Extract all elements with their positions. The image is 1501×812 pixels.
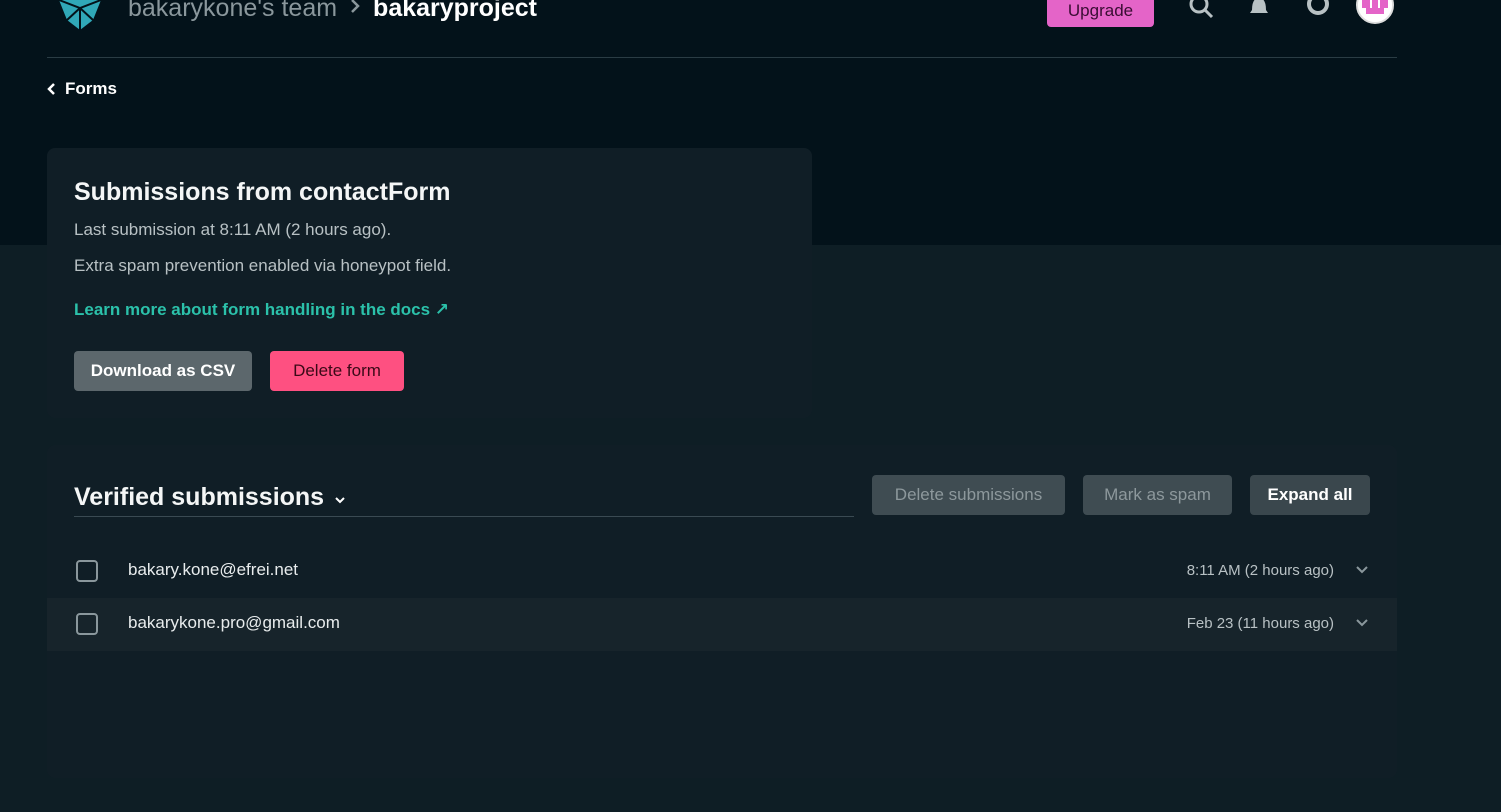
submission-email: bakary.kone@efrei.net — [128, 560, 299, 579]
expand-all-button[interactable]: Expand all — [1250, 475, 1370, 515]
table-row[interactable]: bakarykone.pro@gmail.com Feb 23 (11 hour… — [47, 598, 1397, 651]
top-header: bakarykone's team bakaryproject Upgrade — [47, 0, 1397, 58]
search-icon[interactable] — [1185, 0, 1217, 22]
chevron-left-icon — [47, 83, 55, 95]
help-icon[interactable] — [1302, 0, 1334, 22]
submissions-filter-label: Verified submissions — [74, 482, 325, 511]
submission-email: bakarykone.pro@gmail.com — [128, 613, 340, 632]
submissions-card: Verified submissions Delete submissions … — [47, 445, 1397, 778]
delete-submissions-button[interactable]: Delete submissions — [872, 475, 1065, 515]
back-to-forms-link[interactable]: Forms — [47, 79, 117, 99]
back-link-label: Forms — [65, 79, 117, 98]
chevron-right-icon — [349, 0, 361, 24]
spam-prevention-text: Extra spam prevention enabled via honeyp… — [74, 256, 452, 275]
last-submission-text: Last submission at 8:11 AM (2 hours ago)… — [74, 220, 392, 239]
submissions-filter-select[interactable]: Verified submissions — [74, 478, 854, 517]
breadcrumb-project[interactable]: bakaryproject — [373, 0, 537, 24]
submission-time: 8:11 AM (2 hours ago) — [1186, 562, 1334, 579]
docs-link[interactable]: Learn more about form handling in the do… — [74, 300, 449, 320]
delete-form-button[interactable]: Delete form — [270, 351, 404, 391]
chevron-down-icon[interactable] — [1354, 562, 1370, 578]
bell-icon[interactable] — [1243, 0, 1275, 22]
chevron-down-icon[interactable] — [1354, 615, 1370, 631]
download-csv-button[interactable]: Download as CSV — [74, 351, 252, 391]
chevron-down-icon — [335, 497, 345, 504]
form-info-card: Submissions from contactForm Last submis… — [47, 148, 812, 418]
breadcrumb-team[interactable]: bakarykone's team — [128, 0, 337, 24]
upgrade-button[interactable]: Upgrade — [1047, 0, 1154, 27]
submission-time: Feb 23 (11 hours ago) — [1186, 615, 1334, 632]
breadcrumb: bakarykone's team bakaryproject — [128, 0, 537, 24]
table-row[interactable]: bakary.kone@efrei.net 8:11 AM (2 hours a… — [47, 545, 1397, 598]
mark-as-spam-button[interactable]: Mark as spam — [1083, 475, 1232, 515]
row-checkbox[interactable] — [76, 560, 98, 582]
netlify-logo-icon[interactable] — [53, 0, 107, 32]
row-checkbox[interactable] — [76, 613, 98, 635]
avatar[interactable] — [1356, 0, 1394, 24]
form-title: Submissions from contactForm — [74, 178, 451, 206]
